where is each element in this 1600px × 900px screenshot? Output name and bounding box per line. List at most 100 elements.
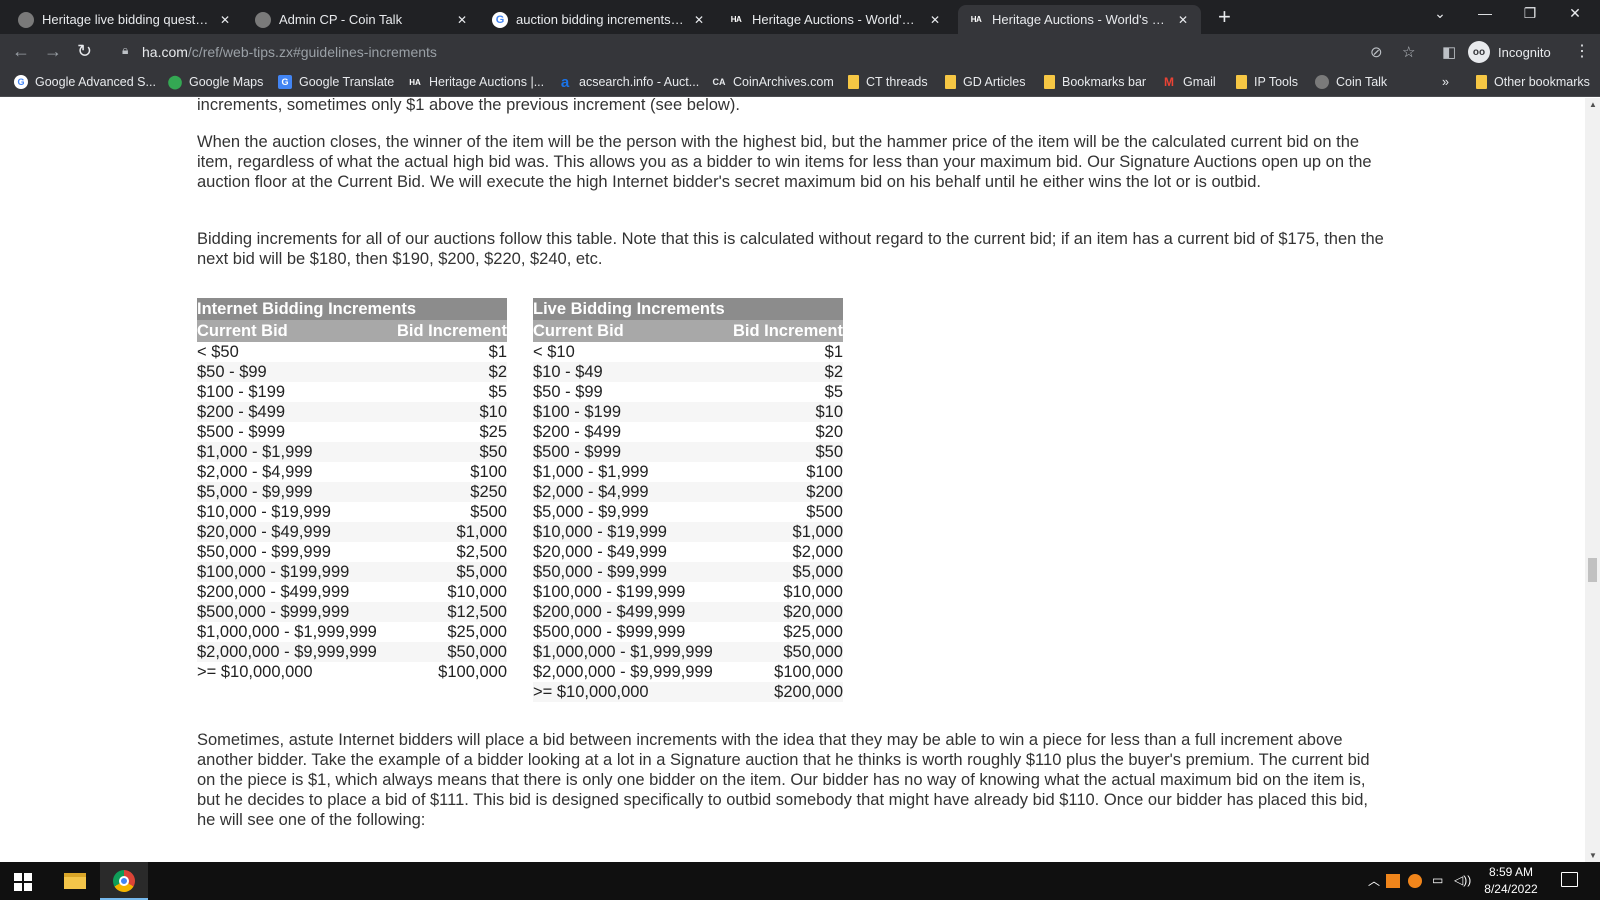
coin-talk-icon	[255, 11, 271, 28]
notifications-icon[interactable]	[1561, 872, 1578, 887]
current-bid-cell: $2,000 - $4,999	[533, 482, 726, 502]
page-scrollbar[interactable]: ▲ ▼	[1585, 98, 1600, 862]
current-bid-cell: $10 - $49	[533, 362, 726, 382]
bid-increment-cell: $50,000	[389, 642, 507, 662]
side-panel-icon[interactable]: ◧	[1442, 43, 1456, 61]
incognito-profile-button[interactable]: oo Incognito	[1468, 40, 1551, 64]
current-bid-cell: $200,000 - $499,999	[533, 602, 726, 622]
bookmark-label: CoinArchives.com	[733, 75, 834, 89]
bookmark-folder-gd-articles[interactable]: GD Articles	[945, 75, 1026, 89]
table-row: $20,000 - $49,999 $1,000	[197, 522, 507, 542]
tab-search-icon[interactable]: ⌄	[1420, 5, 1460, 22]
windows-start-icon[interactable]	[14, 873, 32, 891]
bookmark-gmail[interactable]: M Gmail	[1162, 75, 1216, 89]
current-bid-cell: $1,000 - $1,999	[533, 463, 649, 481]
clock-date[interactable]: 8/24/2022	[1480, 882, 1542, 896]
table-row: $2,000 - $4,999 $100	[197, 462, 507, 482]
current-bid-cell: $500 - $999	[533, 442, 726, 462]
tab-google-search[interactable]: G auction bidding increments "Her ✕	[482, 5, 717, 34]
bookmark-google-advanced[interactable]: G Google Advanced S...	[14, 75, 156, 89]
bookmark-acsearch[interactable]: a acsearch.info - Auct...	[558, 74, 699, 91]
bookmark-coin-talk[interactable]: Coin Talk	[1315, 75, 1387, 89]
bid-increment-cell: $50,000	[725, 642, 843, 662]
current-bid-cell: $10,000 - $19,999	[197, 503, 331, 521]
close-icon[interactable]: ✕	[217, 13, 233, 27]
scroll-down-icon[interactable]: ▼	[1589, 851, 1597, 860]
profile-label: Incognito	[1498, 44, 1551, 60]
table-row: $20,000 - $49,999 $2,000	[533, 542, 843, 562]
column-header-current-bid: Current Bid	[533, 320, 726, 342]
bookmark-label: Bookmarks bar	[1062, 75, 1147, 89]
current-bid-cell: $100 - $199	[197, 383, 286, 401]
address-bar[interactable]: 🔒︎ ha.com/c/ref/web-tips.zx#guidelines-i…	[110, 38, 1430, 66]
close-window-button[interactable]: ✕	[1555, 5, 1595, 22]
heritage-auctions-icon: HA	[730, 15, 742, 24]
bookmark-folder-bookmarks-bar[interactable]: Bookmarks bar	[1044, 75, 1146, 89]
new-tab-button[interactable]: +	[1218, 6, 1231, 28]
folder-icon	[1476, 75, 1487, 89]
tray-app-icon[interactable]	[1386, 874, 1400, 888]
scroll-up-icon[interactable]: ▲	[1589, 100, 1597, 109]
current-bid-cell: $2,000,000 - $9,999,999	[197, 642, 390, 662]
bookmark-star-icon[interactable]: ☆	[1402, 43, 1415, 61]
close-icon[interactable]: ✕	[691, 13, 707, 27]
table-row: < $10 $1	[533, 342, 843, 362]
paragraph-astute-bidders: Sometimes, astute Internet bidders will …	[197, 731, 1370, 829]
folder-icon	[945, 75, 956, 89]
current-bid-cell: $200 - $499	[533, 423, 622, 441]
clock-time[interactable]: 8:59 AM	[1480, 865, 1542, 879]
lock-icon: 🔒︎	[122, 43, 129, 57]
current-bid-cell: $500 - $999	[197, 423, 286, 441]
eye-off-icon[interactable]: ⊘	[1370, 43, 1383, 61]
bookmark-folder-ip-tools[interactable]: IP Tools	[1236, 75, 1298, 89]
minimize-button[interactable]: —	[1465, 5, 1505, 21]
restore-button[interactable]: ❐	[1510, 5, 1550, 22]
current-bid-cell: < $50	[197, 343, 239, 361]
table-row: $100,000 - $199,999 $10,000	[533, 582, 843, 602]
incognito-icon: oo	[1468, 41, 1490, 63]
forward-button[interactable]: →	[44, 40, 62, 62]
table-row: $200,000 - $499,999 $20,000	[533, 602, 843, 622]
reload-button[interactable]: ↻	[77, 40, 92, 62]
network-icon[interactable]: ▭	[1432, 873, 1443, 887]
tab-title: Heritage Auctions - World's Large	[992, 12, 1169, 27]
close-icon[interactable]: ✕	[454, 13, 470, 27]
bid-increment-cell: $5,000	[725, 562, 843, 582]
tray-app-icon[interactable]	[1408, 874, 1422, 888]
current-bid-cell: $200,000 - $499,999	[197, 583, 350, 601]
bid-increment-cell: $5	[488, 383, 507, 401]
paragraph-auction-closes: When the auction closes, the winner of t…	[197, 133, 1372, 191]
tab-heritage-auctions-2[interactable]: HA Heritage Auctions - World's Large ✕	[958, 5, 1201, 34]
scrollbar-thumb[interactable]	[1588, 558, 1597, 582]
bid-increment-cell: $10,000	[783, 583, 843, 601]
table-row: $500 - $999 $50	[533, 442, 843, 462]
volume-icon[interactable]: ◁))	[1454, 873, 1471, 887]
bookmark-heritage-auctions[interactable]: HA Heritage Auctions |...	[408, 75, 544, 89]
tab-heritage-live-bidding[interactable]: Heritage live bidding question | C ✕	[8, 5, 243, 34]
bookmark-coinarchives[interactable]: CA CoinArchives.com	[712, 75, 834, 89]
bookmark-folder-ct-threads[interactable]: CT threads	[848, 75, 928, 89]
bid-increment-cell: $1	[488, 343, 507, 361]
tab-admin-cp[interactable]: Admin CP - Coin Talk ✕	[245, 5, 480, 34]
column-header-bid-increment: Bid Increment	[389, 320, 507, 342]
file-explorer-icon[interactable]	[64, 873, 86, 889]
close-icon[interactable]: ✕	[1175, 13, 1191, 27]
windows-taskbar: ︿ ▭ ◁)) 8:59 AM 8/24/2022	[0, 862, 1600, 900]
column-header-current-bid: Current Bid	[197, 320, 390, 342]
bookmark-google-translate[interactable]: G Google Translate	[278, 75, 394, 89]
chrome-taskbar-button[interactable]	[100, 862, 148, 900]
more-menu-icon[interactable]: ⋮	[1574, 41, 1590, 61]
current-bid-cell: $200 - $499	[197, 402, 390, 422]
back-button[interactable]: ←	[12, 40, 30, 62]
bookmarks-overflow-button[interactable]: »	[1442, 75, 1449, 89]
bookmark-folder-other[interactable]: Other bookmarks	[1476, 75, 1590, 89]
tray-overflow-icon[interactable]: ︿	[1368, 872, 1380, 889]
bid-increment-cell: $250	[389, 482, 507, 502]
tab-heritage-auctions-1[interactable]: HA Heritage Auctions - World's Large ✕	[718, 5, 953, 34]
bid-increment-cell: $25,000	[447, 623, 507, 641]
column-header-bid-increment: Bid Increment	[725, 320, 843, 342]
close-icon[interactable]: ✕	[927, 13, 943, 27]
heritage-auctions-icon: HA	[409, 77, 421, 87]
url-text[interactable]: ha.com/c/ref/web-tips.zx#guidelines-incr…	[142, 44, 437, 60]
bookmark-google-maps[interactable]: ⬤ Google Maps	[168, 74, 264, 89]
